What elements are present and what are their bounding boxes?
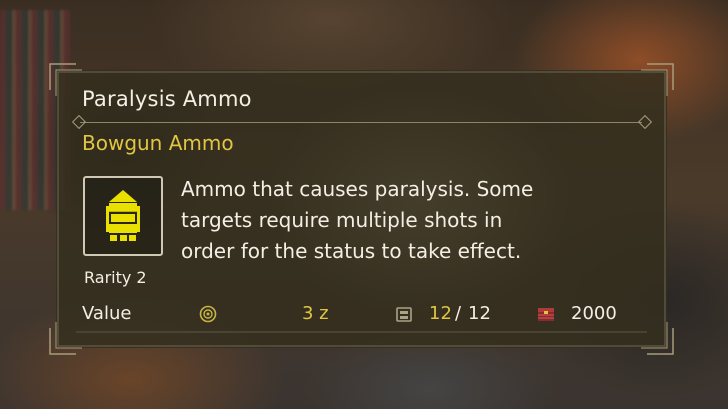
value-label: Value (82, 303, 132, 324)
pouch-icon (396, 307, 412, 322)
item-title: Paralysis Ammo (82, 87, 252, 111)
item-description: Ammo that causes paralysis. Some targets… (181, 174, 661, 267)
item-rarity: Rarity 2 (84, 268, 147, 287)
description-line: order for the status to take effect. (181, 239, 522, 263)
item-box-count: 2000 (571, 303, 617, 324)
description-line: Ammo that causes paralysis. Some (181, 177, 534, 201)
item-box-icon (538, 308, 554, 321)
carry-count-current: 12 (429, 303, 452, 324)
item-stats-row: Value 3 z 12 / 12 2000 (56, 302, 667, 330)
carry-count-max: 12 (468, 303, 491, 324)
title-divider (80, 122, 642, 123)
zenny-coin-icon (199, 305, 217, 323)
item-info-panel: Paralysis Ammo Bowgun Ammo Rarity 2 Ammo… (49, 63, 674, 355)
item-icon-frame (83, 176, 163, 256)
item-value: 3 z (302, 303, 329, 324)
paralysis-ammo-icon (106, 190, 140, 241)
description-line: targets require multiple shots in (181, 208, 503, 232)
item-category: Bowgun Ammo (82, 131, 234, 155)
carry-count-separator: / (455, 303, 462, 324)
